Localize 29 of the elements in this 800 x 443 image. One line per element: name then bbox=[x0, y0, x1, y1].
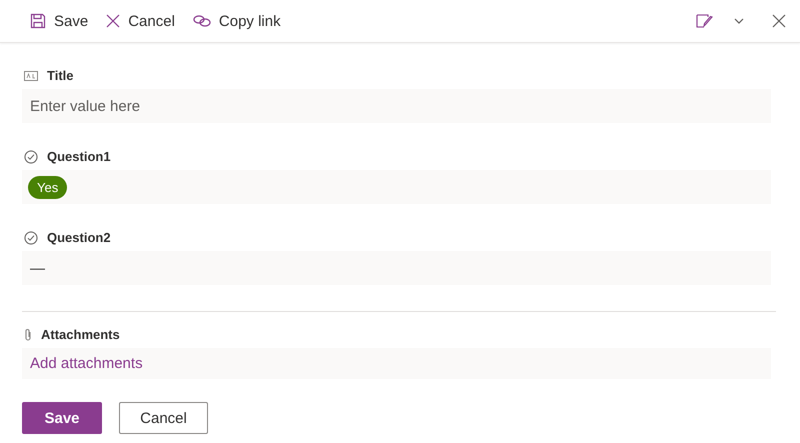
close-button[interactable] bbox=[772, 14, 786, 28]
field-label: Question1 bbox=[47, 149, 111, 164]
cancel-button[interactable]: Cancel bbox=[106, 12, 175, 30]
field-label: Attachments bbox=[41, 327, 120, 342]
save-icon bbox=[30, 13, 46, 29]
add-attachments-link[interactable]: Add attachments bbox=[30, 355, 143, 372]
field-box[interactable]: Enter value here bbox=[22, 89, 771, 123]
cancel-button[interactable]: Cancel bbox=[119, 402, 208, 434]
save-button[interactable]: Save bbox=[30, 12, 88, 30]
link-button[interactable]: Copy link bbox=[192, 12, 281, 30]
choice-pill: Yes bbox=[28, 176, 68, 198]
check-circle-icon bbox=[24, 150, 38, 164]
text-field-icon bbox=[24, 70, 38, 80]
paperclip-icon bbox=[24, 328, 32, 342]
save-button[interactable]: Save bbox=[22, 402, 102, 434]
close-icon bbox=[772, 14, 786, 28]
edit-form-button[interactable] bbox=[696, 13, 714, 29]
title-input[interactable]: Enter value here bbox=[30, 98, 763, 114]
close-icon bbox=[106, 14, 120, 28]
check-circle-icon bbox=[24, 230, 38, 244]
empty-value: — bbox=[30, 260, 45, 276]
dropdown-button[interactable] bbox=[734, 18, 744, 24]
link-icon bbox=[192, 14, 211, 28]
form-edit-icon bbox=[696, 13, 714, 29]
chevron-icon bbox=[734, 18, 744, 24]
field-label: Title bbox=[47, 68, 74, 83]
field-label: Question2 bbox=[47, 230, 111, 245]
field-box[interactable]: — bbox=[22, 251, 771, 285]
field-box[interactable]: Yes bbox=[22, 170, 771, 204]
